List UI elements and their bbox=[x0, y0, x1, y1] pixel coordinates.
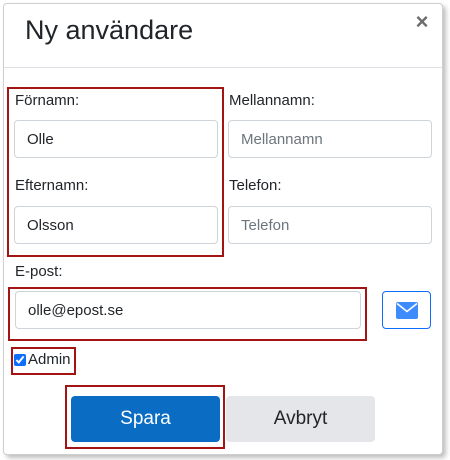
close-button[interactable]: × bbox=[410, 10, 434, 34]
middlename-input[interactable] bbox=[228, 120, 432, 158]
lastname-label: Efternamn: bbox=[15, 177, 89, 194]
email-label: E-post: bbox=[15, 263, 63, 280]
admin-label: Admin bbox=[28, 351, 71, 368]
firstname-label: Förnamn: bbox=[15, 92, 80, 109]
envelope-icon bbox=[396, 302, 418, 319]
phone-label: Telefon: bbox=[229, 177, 282, 194]
send-email-button[interactable] bbox=[382, 291, 431, 329]
cancel-button[interactable]: Avbryt bbox=[226, 396, 375, 442]
phone-input[interactable] bbox=[228, 206, 432, 244]
admin-checkbox[interactable] bbox=[14, 354, 26, 366]
header-divider bbox=[4, 67, 442, 68]
email-input[interactable] bbox=[15, 291, 361, 329]
firstname-input[interactable] bbox=[14, 120, 218, 158]
lastname-input[interactable] bbox=[14, 206, 218, 244]
admin-checkbox-row[interactable]: Admin bbox=[14, 349, 71, 371]
save-button[interactable]: Spara bbox=[71, 396, 220, 442]
middlename-label: Mellannamn: bbox=[229, 92, 315, 109]
modal-title: Ny användare bbox=[25, 15, 194, 45]
